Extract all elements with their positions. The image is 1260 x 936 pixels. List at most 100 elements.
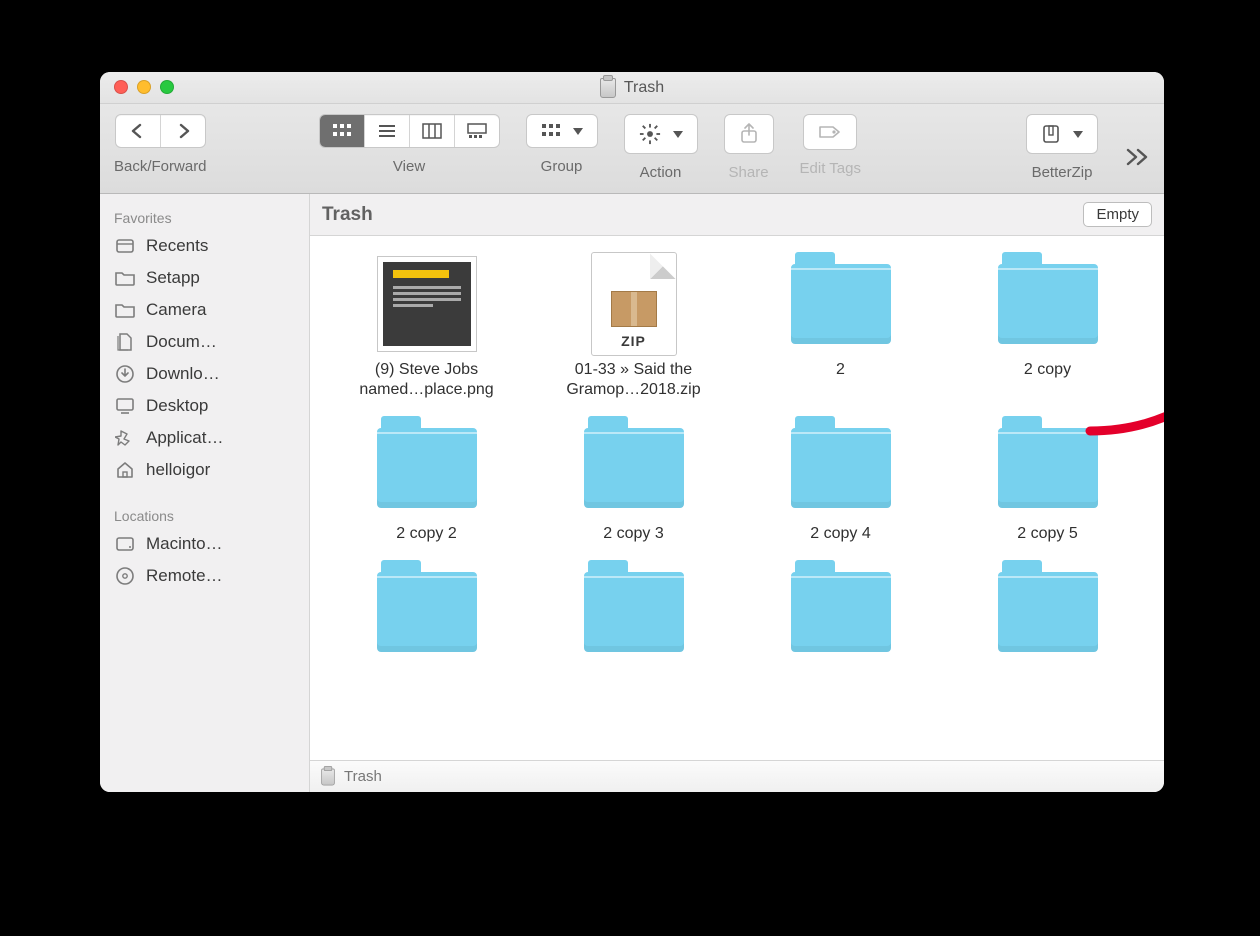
remote-disc-icon: [114, 566, 136, 586]
forward-button[interactable]: [161, 115, 205, 147]
sidebar-item-label: Macinto…: [146, 534, 223, 554]
sidebar-item-label: Remote…: [146, 566, 223, 586]
file-item[interactable]: 2 copy 5: [949, 418, 1146, 544]
file-item-label: 2: [836, 360, 845, 380]
file-item[interactable]: 2: [742, 254, 939, 400]
edit-tags-button[interactable]: [803, 114, 857, 150]
archive-icon: [1041, 123, 1061, 145]
applications-icon: [114, 428, 136, 448]
toolbar: Back/Forward View: [100, 104, 1164, 194]
sidebar-item-label: Desktop: [146, 396, 208, 416]
view-icons-button[interactable]: [320, 115, 365, 147]
file-item-label: 2 copy 5: [1017, 524, 1077, 544]
body: Favorites Recents Setapp Camera Docum… D…: [100, 194, 1164, 792]
sidebar-item-applications[interactable]: Applicat…: [100, 422, 309, 454]
downloads-icon: [114, 364, 136, 384]
sidebar-item-desktop[interactable]: Desktop: [100, 390, 309, 422]
sidebar-item-label: Recents: [146, 236, 208, 256]
chevron-down-icon: [1073, 131, 1083, 138]
folder-icon: [791, 562, 891, 662]
folder-icon: [998, 418, 1098, 518]
sidebar-item-macintosh[interactable]: Macinto…: [100, 528, 309, 560]
file-item[interactable]: [535, 562, 732, 668]
main-area: Trash Empty (9) Steve Jobsnamed…place.pn…: [310, 194, 1164, 792]
image-thumbnail-icon: [377, 254, 477, 354]
view-list-button[interactable]: [365, 115, 410, 147]
sidebar-section-locations: Locations: [100, 500, 309, 528]
chevron-down-icon: [673, 131, 683, 138]
view-columns-button[interactable]: [410, 115, 455, 147]
tags-label: Edit Tags: [800, 160, 861, 177]
titlebar: Trash: [100, 72, 1164, 104]
file-item[interactable]: 2 copy 4: [742, 418, 939, 544]
tag-icon: [818, 123, 842, 141]
finder-window: Trash Back/Forward: [100, 72, 1164, 792]
view-label: View: [393, 158, 425, 175]
sidebar-item-recents[interactable]: Recents: [100, 230, 309, 262]
share-label: Share: [729, 164, 769, 181]
file-item[interactable]: [742, 562, 939, 668]
window-controls: [114, 80, 174, 94]
file-item[interactable]: ZIP 01-33 » Said theGramop…2018.zip: [535, 254, 732, 400]
betterzip-button[interactable]: [1026, 114, 1098, 154]
group-group: Group: [526, 114, 598, 175]
action-label: Action: [640, 164, 682, 181]
file-item[interactable]: 2 copy 2: [328, 418, 525, 544]
folder-icon: [998, 562, 1098, 662]
back-forward-label: Back/Forward: [114, 158, 207, 175]
sidebar-item-label: Docum…: [146, 332, 217, 352]
fullscreen-window-button[interactable]: [160, 80, 174, 94]
folder-icon: [791, 418, 891, 518]
sidebar-item-downloads[interactable]: Downlo…: [100, 358, 309, 390]
path-bar-label: Trash: [344, 768, 382, 785]
disk-icon: [114, 534, 136, 554]
folder-icon: [114, 268, 136, 288]
empty-trash-button[interactable]: Empty: [1083, 202, 1152, 227]
share-button[interactable]: [724, 114, 774, 154]
folder-icon: [584, 562, 684, 662]
file-item[interactable]: [949, 562, 1146, 668]
window-title: Trash: [600, 78, 664, 98]
trash-icon: [600, 78, 616, 98]
desktop-icon: [114, 396, 136, 416]
folder-icon: [998, 254, 1098, 354]
documents-icon: [114, 332, 136, 352]
file-item-label: 2 copy 4: [810, 524, 870, 544]
location-title: Trash: [322, 204, 373, 226]
sidebar-item-home[interactable]: helloigor: [100, 454, 309, 486]
file-item-label: 01-33 » Said theGramop…2018.zip: [566, 360, 700, 400]
back-button[interactable]: [116, 115, 161, 147]
betterzip-label: BetterZip: [1032, 164, 1093, 181]
sidebar-item-documents[interactable]: Docum…: [100, 326, 309, 358]
zip-file-icon: ZIP: [584, 254, 684, 354]
content-area[interactable]: (9) Steve Jobsnamed…place.png ZIP 01-33 » …: [310, 236, 1164, 760]
folder-icon: [791, 254, 891, 354]
file-item[interactable]: 2 copy 3: [535, 418, 732, 544]
sidebar-section-favorites: Favorites: [100, 202, 309, 230]
chevron-down-icon: [573, 128, 583, 135]
minimize-window-button[interactable]: [137, 80, 151, 94]
toolbar-overflow-button[interactable]: [1124, 148, 1150, 166]
action-group: Action: [624, 114, 698, 181]
path-bar: Trash: [310, 760, 1164, 792]
file-item[interactable]: [328, 562, 525, 668]
trash-icon: [321, 768, 335, 785]
file-item-label: (9) Steve Jobsnamed…place.png: [359, 360, 493, 400]
sidebar-item-label: Applicat…: [146, 428, 223, 448]
sidebar-item-setapp[interactable]: Setapp: [100, 262, 309, 294]
group-button[interactable]: [526, 114, 598, 148]
window-title-text: Trash: [624, 79, 664, 97]
sidebar-item-label: Downlo…: [146, 364, 220, 384]
share-icon: [739, 123, 759, 145]
file-item[interactable]: (9) Steve Jobsnamed…place.png: [328, 254, 525, 400]
close-window-button[interactable]: [114, 80, 128, 94]
location-bar: Trash Empty: [310, 194, 1164, 236]
view-gallery-button[interactable]: [455, 115, 499, 147]
sidebar-item-remote[interactable]: Remote…: [100, 560, 309, 592]
folder-icon: [377, 418, 477, 518]
action-button[interactable]: [624, 114, 698, 154]
sidebar: Favorites Recents Setapp Camera Docum… D…: [100, 194, 310, 792]
sidebar-item-camera[interactable]: Camera: [100, 294, 309, 326]
view-group: View: [319, 114, 500, 175]
file-item[interactable]: 2 copy: [949, 254, 1146, 400]
